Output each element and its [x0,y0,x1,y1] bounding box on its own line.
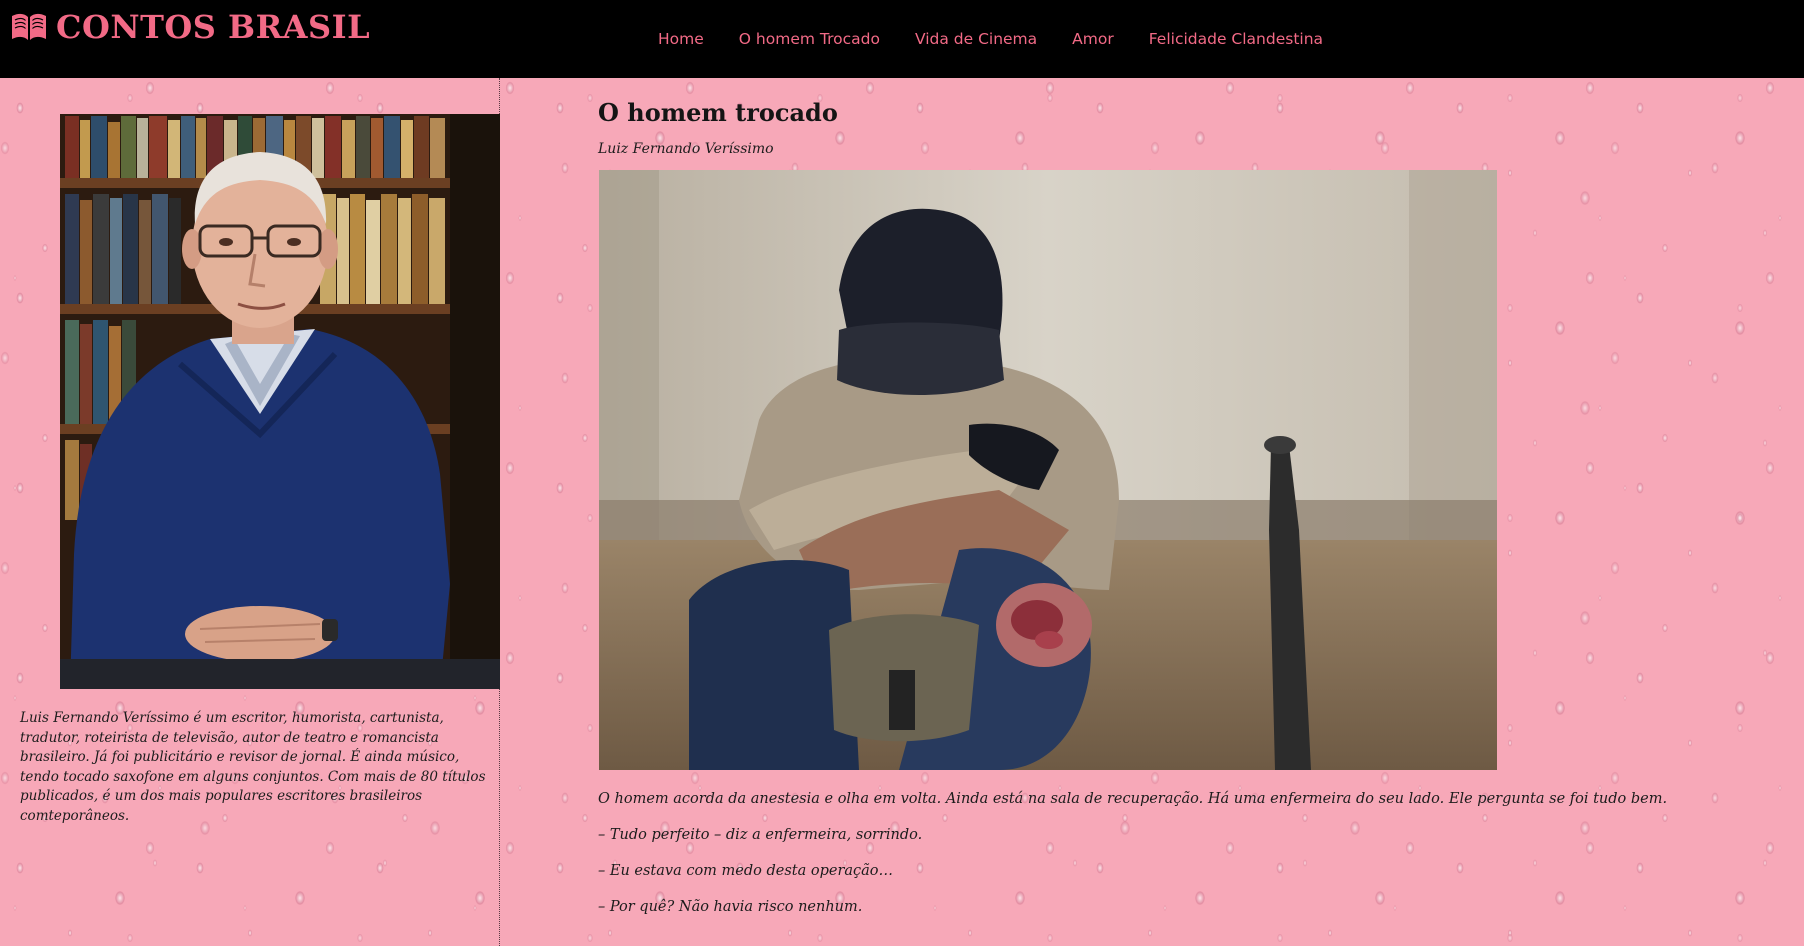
top-navbar: CONTOS BRASIL Home O homem Trocado Vida … [0,0,1804,78]
nav-amor[interactable]: Amor [1072,30,1114,48]
nav-felicidade-clandestina[interactable]: Felicidade Clandestina [1149,30,1323,48]
story-paragraph: – Eu estava com medo desta operação… [598,863,894,879]
story-paragraph: – Por quê? Não havia risco nenhum. [598,899,863,915]
open-book-icon [10,12,48,42]
nav-vida-de-cinema[interactable]: Vida de Cinema [915,30,1037,48]
site-logo[interactable]: CONTOS BRASIL [10,8,370,46]
story-paragraph: – Tudo perfeito – diz a enfermeira, sorr… [598,827,923,843]
site-title: CONTOS BRASIL [56,8,371,46]
author-portrait [60,114,500,689]
author-sidebar: Luis Fernando Veríssimo é um escritor, h… [0,78,500,946]
nav-home[interactable]: Home [658,30,704,48]
story-illustration [599,170,1497,770]
article-title: O homem trocado [598,98,838,127]
story-paragraph: O homem acorda da anestesia e olha em vo… [598,791,1668,807]
nav-o-homem-trocado[interactable]: O homem Trocado [739,30,880,48]
article-author: Luiz Fernando Veríssimo [598,141,774,157]
story-text: O homem acorda da anestesia e olha em vo… [598,790,1778,916]
author-bio: Luis Fernando Veríssimo é um escritor, h… [20,710,486,824]
article: O homem trocado Luiz Fernando Veríssimo [598,78,1778,916]
main-nav: Home O homem Trocado Vida de Cinema Amor… [658,30,1358,48]
